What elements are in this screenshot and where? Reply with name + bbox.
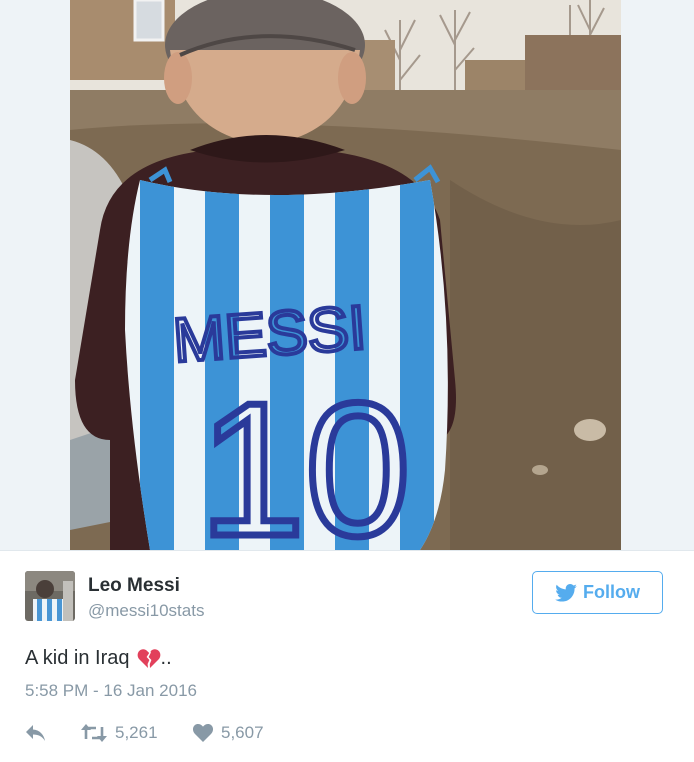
shirt-number-text: 10 [199, 364, 410, 550]
tweet-text: A kid in Iraq .. [25, 647, 172, 670]
follow-label: Follow [583, 582, 640, 602]
tweet-photo[interactable]: MESSI 10 [70, 0, 621, 550]
twitter-bird-icon [555, 583, 577, 602]
like-button[interactable]: 5,607 [193, 723, 264, 743]
retweet-count: 5,261 [115, 723, 158, 742]
tweet-timestamp[interactable]: 5:58 PM - 16 Jan 2016 [25, 681, 197, 701]
like-count: 5,607 [221, 723, 264, 742]
reply-button[interactable] [25, 724, 81, 742]
avatar[interactable] [25, 571, 75, 621]
tweet-text-body: A kid in Iraq [25, 647, 130, 669]
reply-icon [26, 725, 45, 741]
retweet-button[interactable]: 5,261 [81, 723, 193, 743]
tweet-actions: 5,261 5,607 [25, 721, 264, 745]
tweet-text-suffix: .. [160, 647, 172, 669]
broken-heart-emoji-icon [137, 648, 160, 668]
media-container: MESSI 10 [0, 0, 694, 550]
follow-button[interactable]: Follow [532, 571, 663, 614]
tweet-card: MESSI 10 Leo Messi @messi10stats Follow … [0, 0, 694, 762]
author-handle[interactable]: @messi10stats [88, 601, 204, 621]
author-display-name[interactable]: Leo Messi [88, 575, 180, 597]
retweet-icon [81, 724, 107, 742]
avatar-image [25, 571, 75, 621]
heart-icon [193, 724, 213, 742]
photo-illustration: MESSI 10 [70, 0, 621, 550]
tweet-body: Leo Messi @messi10stats Follow A kid in … [0, 550, 694, 762]
